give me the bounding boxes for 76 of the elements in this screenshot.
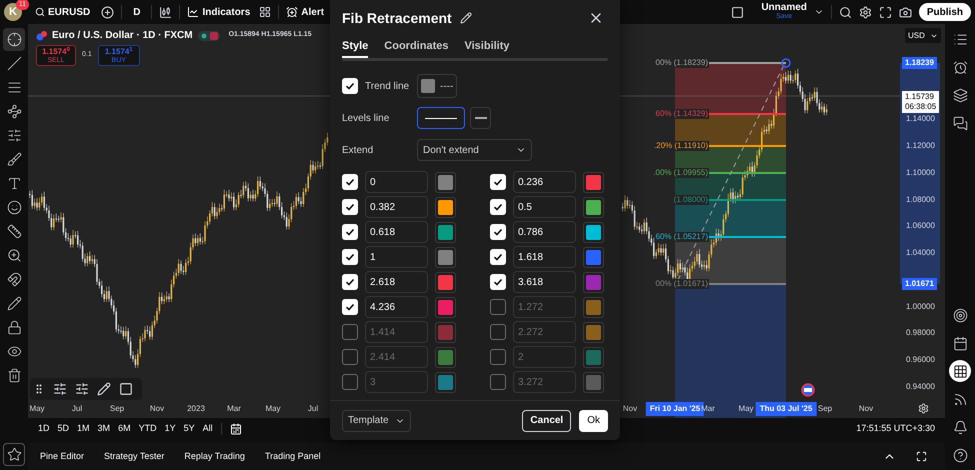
range-button[interactable]: 5Y [184, 422, 195, 436]
time-tick: Sep [110, 404, 124, 414]
time-tick: May [29, 404, 45, 414]
dialog-tab[interactable]: Coordinates [384, 36, 448, 58]
dialog-tab[interactable]: Visibility [464, 36, 510, 58]
level-value-field[interactable]: 3.618 [513, 271, 576, 293]
level-value-field[interactable]: 0.5 [513, 196, 576, 218]
panel-tab[interactable]: Pine Editor [40, 450, 84, 464]
symbol-search[interactable]: EURUSD [35, 4, 90, 20]
ok-button[interactable]: Ok [579, 410, 608, 432]
indicators-button[interactable]: Indicators [187, 4, 250, 20]
time-tick: Nov [622, 404, 638, 414]
trend-line-label: Trend line [365, 80, 410, 94]
level-value-field[interactable]: 4.236 [365, 296, 428, 318]
range-button[interactable]: 5D [58, 422, 70, 436]
range-button[interactable]: 3M [98, 422, 110, 436]
time-marker: Thu 03 Jul '25 [756, 402, 816, 416]
level-value-field[interactable]: 0.382 [365, 196, 428, 218]
time-tick: 2023 [187, 404, 205, 414]
range-button[interactable]: 6M [118, 422, 131, 436]
level-value-field[interactable]: 1 [365, 246, 428, 268]
clock-text[interactable]: 17:51:55 UTC+3:30 [856, 422, 935, 436]
alert-button[interactable]: Alert [286, 4, 324, 20]
template-dropdown[interactable]: Template [342, 410, 411, 432]
level-value-field[interactable]: 0 [365, 171, 428, 193]
level-value-field[interactable]: 0.786 [513, 221, 576, 243]
level-value-field[interactable]: 0.236 [513, 171, 576, 193]
price-tick: 1.14000 [906, 114, 935, 124]
range-button[interactable]: All [202, 422, 213, 436]
time-tick: May [265, 404, 281, 414]
fib-level-label: 00% (1.01671) [654, 279, 709, 289]
panel-tab[interactable]: Trading Panel [264, 450, 321, 464]
extend-label: Extend [342, 144, 374, 158]
time-tick: Nov [150, 404, 164, 414]
time-tick: Nov [858, 404, 874, 414]
fib-level-label: (1.08000) [672, 195, 709, 205]
price-tick: 1.12000 [906, 141, 935, 151]
dialog-title: Fib Retracement [342, 8, 452, 28]
trend-line-style-button[interactable]: ---- [417, 74, 458, 98]
panel-tab[interactable]: Strategy Tester [104, 450, 164, 464]
price-tick: 1.08000 [906, 195, 935, 205]
price-tick: 1.10000 [906, 168, 935, 178]
time-tick: Jul [308, 404, 318, 414]
range-button[interactable]: 1D [38, 422, 50, 436]
time-tick: Sep [818, 404, 832, 414]
publish-button[interactable]: Publish [918, 3, 971, 21]
fib-level-label: 00% (1.18239) [654, 58, 709, 68]
range-button[interactable]: 1Y [164, 422, 176, 436]
price-tick: 1.06000 [906, 221, 935, 231]
fib-level-label: 60% (1.05217) [654, 232, 709, 242]
time-tick: Mar [227, 404, 241, 414]
fib-level-label: .00% (1.09955) [652, 168, 709, 178]
level-value-field[interactable]: 0.618 [365, 221, 428, 243]
price-tick: 1.04000 [906, 248, 935, 258]
level-value-field[interactable]: 2.618 [365, 271, 428, 293]
levels-line-label: Levels line [342, 112, 390, 126]
fib-level-label: .20% (1.11910) [652, 141, 709, 151]
range-button[interactable]: YTD [138, 422, 157, 436]
price-tick: 1.00000 [906, 302, 935, 312]
price-tick: 0.94000 [906, 382, 935, 392]
cancel-button[interactable]: Cancel [522, 410, 572, 432]
price-tick: 0.98000 [906, 328, 935, 338]
panel-tab[interactable]: Replay Trading [184, 450, 245, 464]
price-tick: 0.96000 [906, 355, 935, 365]
extend-dropdown[interactable]: Don't extend [417, 139, 532, 161]
time-tick: May [738, 404, 754, 414]
level-value-field[interactable]: 1.618 [513, 246, 576, 268]
price-marker: 1.18239 [902, 57, 937, 69]
price-marker: 1.01671 [902, 278, 937, 290]
fib-level-label: 60% (1.14329) [654, 109, 709, 119]
interval-button[interactable]: D [129, 4, 144, 20]
last-price-marker: 1.15739 06:38:05 [902, 91, 940, 113]
range-button[interactable]: 1M [77, 422, 90, 436]
time-tick: Jul [72, 404, 82, 414]
symbol-title: Euro / U.S. Dollar · 1D · FXCM [52, 29, 193, 43]
currency-dropdown[interactable]: USD [905, 28, 941, 43]
